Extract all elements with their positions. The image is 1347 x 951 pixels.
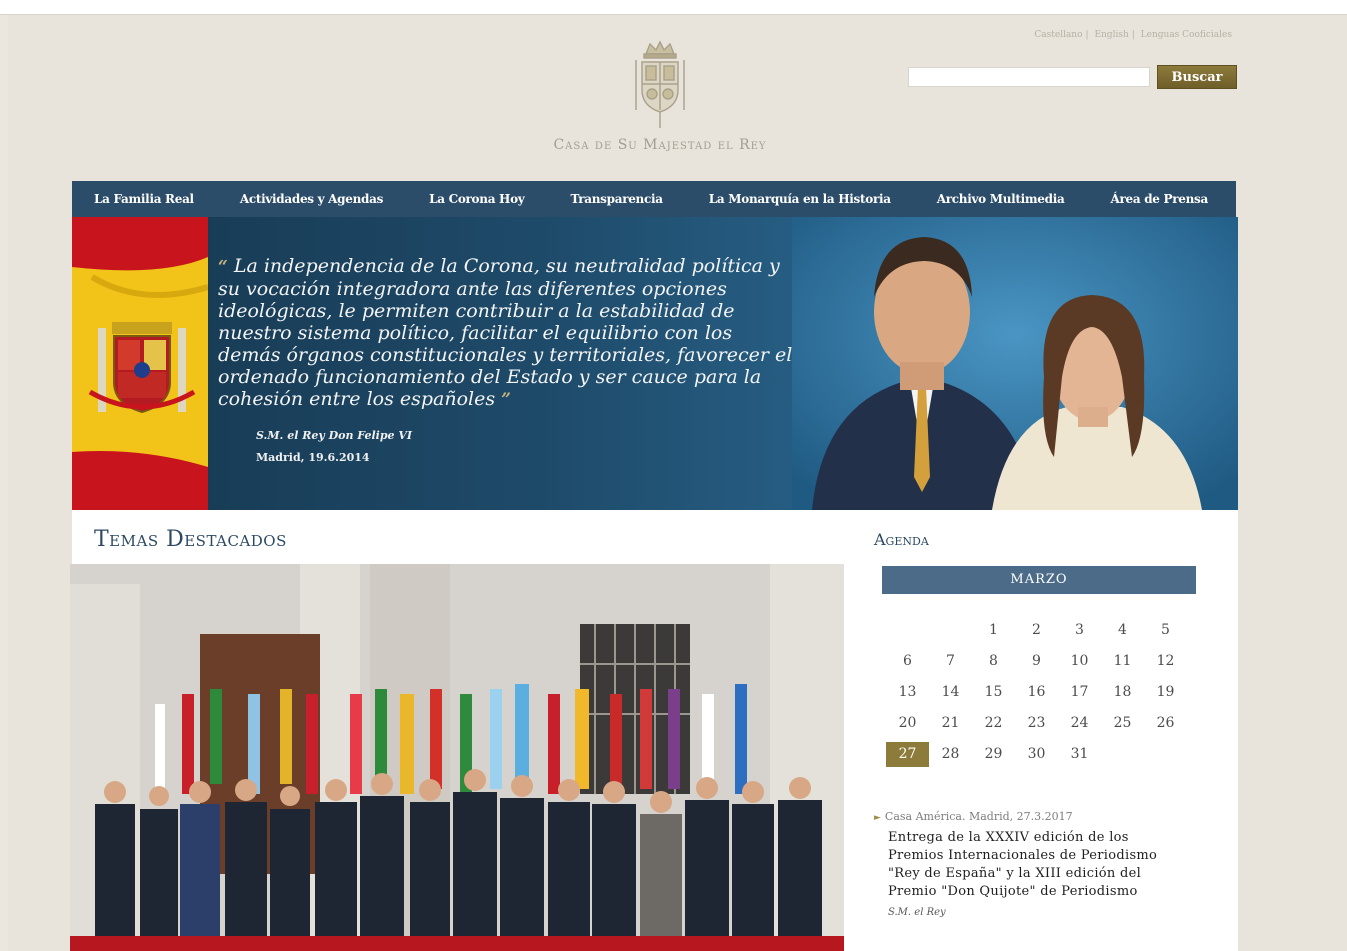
calendar-day[interactable]: 5 [1144,618,1187,643]
calendar-day[interactable]: 12 [1144,649,1187,674]
calendar-day[interactable]: 18 [1101,680,1144,705]
calendar-day[interactable]: 31 [1058,742,1101,767]
calendar-day[interactable]: 7 [929,649,972,674]
calendar-day[interactable]: 26 [1144,711,1187,736]
calendar-day[interactable]: 21 [929,711,972,736]
nav-item-actividades[interactable]: Actividades y Agendas [240,192,384,206]
nav-item-transparencia[interactable]: Transparencia [571,192,664,206]
calendar-day[interactable]: 17 [1058,680,1101,705]
quote-open-mark: “ [218,257,228,277]
bullet-icon: ► [874,813,881,823]
calendar-day[interactable]: 19 [1144,680,1187,705]
browser-top-edge [0,0,1347,15]
lang-link-cooficiales[interactable]: Lenguas Cooficiales [1141,30,1232,40]
royal-couple-photo [792,217,1238,510]
agenda-event-title[interactable]: Entrega de la XXXIV edición de los Premi… [888,829,1188,901]
search-button[interactable]: Buscar [1157,65,1237,89]
calendar-day[interactable]: 23 [1015,711,1058,736]
calendar-day[interactable]: 22 [972,711,1015,736]
calendar-day-selected[interactable]: 27 [886,742,929,767]
calendar-day[interactable]: 3 [1058,618,1101,643]
language-links: Castellano | English | Lenguas Cooficiales [1034,30,1232,40]
agenda-event-place-date: Casa América. Madrid, 27.3.2017 [884,810,1073,823]
calendar-day[interactable]: 25 [1101,711,1144,736]
nav-item-archivo-multimedia[interactable]: Archivo Multimedia [937,192,1065,206]
calendar-day[interactable]: 30 [1015,742,1058,767]
site-title[interactable]: Casa de Su Majestad el Rey [500,137,820,153]
calendar-week: 6 7 8 9 10 11 12 [886,649,1196,680]
royal-crest-logo[interactable] [628,40,692,130]
nav-item-monarquia-historia[interactable]: La Monarquía en la Historia [709,192,891,206]
calendar-month-header: MARZO [882,566,1196,594]
calendar-day[interactable]: 11 [1101,649,1144,674]
agenda-event-meta: ► Casa América. Madrid, 27.3.2017 [874,810,1073,823]
nav-item-familia-real[interactable]: La Familia Real [94,192,194,206]
main-nav: La Familia Real Actividades y Agendas La… [72,181,1236,217]
calendar-week: 13 14 15 16 17 18 19 [886,680,1196,711]
nav-item-area-prensa[interactable]: Área de Prensa [1110,192,1208,206]
calendar-day [886,618,929,643]
calendar-day[interactable]: 14 [929,680,972,705]
lang-link-english[interactable]: English [1094,30,1128,40]
calendar-day[interactable]: 24 [1058,711,1101,736]
search-input[interactable] [908,67,1150,87]
calendar-grid: 1 2 3 4 5 6 7 8 9 10 11 12 13 14 15 16 1… [886,618,1196,773]
quote-place-date: Madrid, 19.6.2014 [256,451,370,464]
calendar-day[interactable]: 28 [929,742,972,767]
calendar-day[interactable]: 13 [886,680,929,705]
hero-banner: “ La independencia de la Corona, su neut… [72,217,1238,510]
hero-quote-text: La independencia de la Corona, su neutra… [218,255,793,410]
hero-quote: “ La independencia de la Corona, su neut… [218,255,798,411]
calendar-week: 27 28 29 30 31 [886,742,1196,773]
calendar-day [1101,742,1144,767]
calendar-day[interactable]: 1 [972,618,1015,643]
calendar-day[interactable]: 20 [886,711,929,736]
calendar-day [929,618,972,643]
agenda-event-attendee: S.M. el Rey [888,907,946,918]
nav-item-corona-hoy[interactable]: La Corona Hoy [429,192,525,206]
featured-section-title: Temas Destacados [94,527,287,552]
calendar-day[interactable]: 16 [1015,680,1058,705]
calendar-day[interactable]: 9 [1015,649,1058,674]
featured-photo[interactable] [70,564,844,951]
calendar-day [1144,742,1187,767]
calendar-day[interactable]: 29 [972,742,1015,767]
lang-link-castellano[interactable]: Castellano [1034,30,1082,40]
calendar-week: 1 2 3 4 5 [886,618,1196,649]
spanish-flag-image [72,217,208,510]
agenda-title: Agenda [874,530,929,549]
calendar-week: 20 21 22 23 24 25 26 [886,711,1196,742]
calendar-day[interactable]: 6 [886,649,929,674]
quote-author: S.M. el Rey Don Felipe VI [256,429,413,442]
calendar-day[interactable]: 4 [1101,618,1144,643]
calendar-day[interactable]: 10 [1058,649,1101,674]
quote-close-mark: ” [501,390,511,410]
calendar-day[interactable]: 2 [1015,618,1058,643]
calendar-day[interactable]: 8 [972,649,1015,674]
calendar-day[interactable]: 15 [972,680,1015,705]
